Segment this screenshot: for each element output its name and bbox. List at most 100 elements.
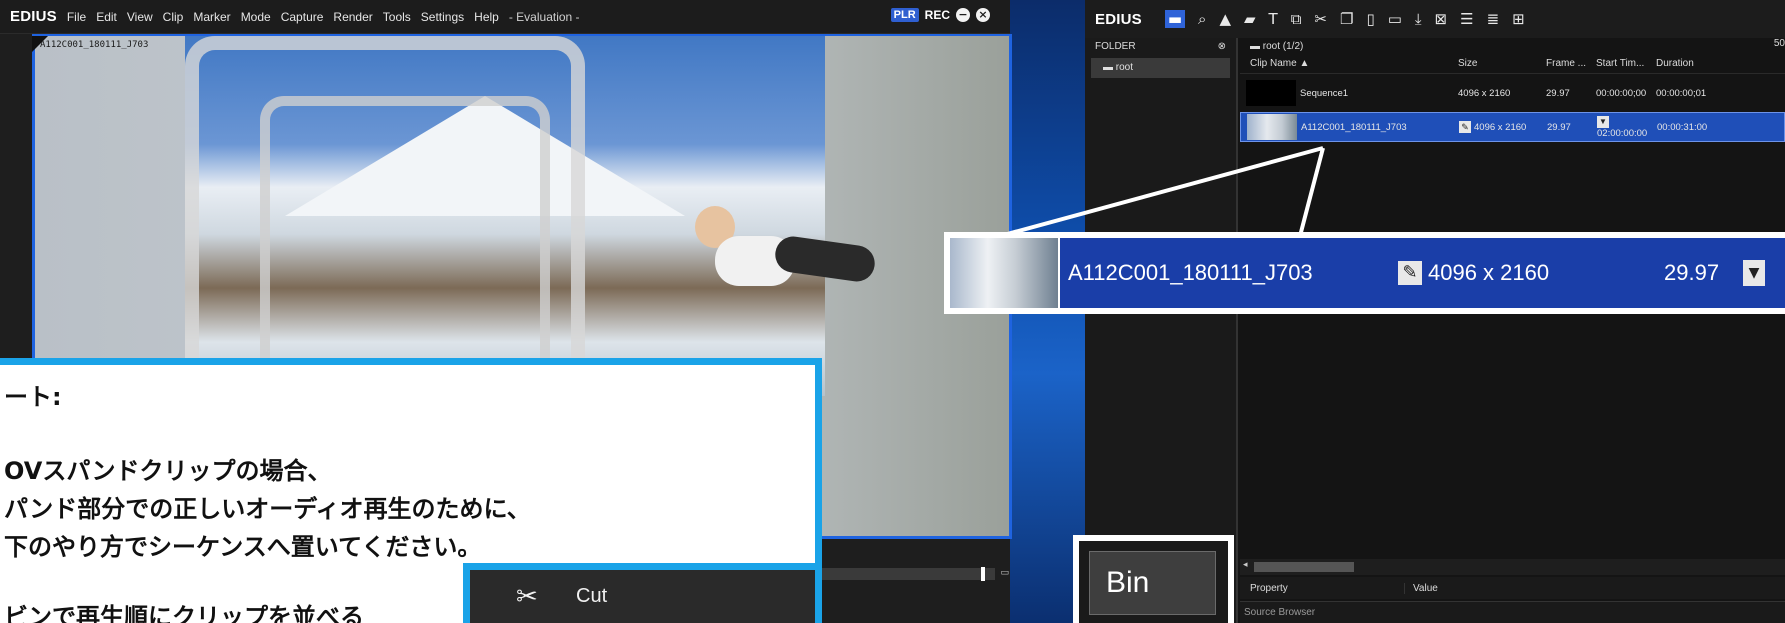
clip-row[interactable]: Sequence1 4096 x 2160 29.97 00:00:00;00 …: [1240, 78, 1785, 108]
slider-end-icon: ▭: [1000, 568, 1009, 578]
scroll-left-icon[interactable]: ◂: [1243, 560, 1248, 570]
property-header: Property Value: [1240, 577, 1785, 599]
clip-size: 4096 x 2160: [1458, 87, 1511, 99]
folder-icon: ▬: [1250, 40, 1263, 52]
folder-header: FOLDER ⊗: [1085, 38, 1236, 54]
zoom-edit-icon: ✎: [1398, 261, 1422, 285]
menu-view[interactable]: View: [127, 10, 153, 24]
clip-overlay-name: A112C001_180111_J703: [40, 40, 149, 50]
menu-tools[interactable]: Tools: [383, 10, 411, 24]
bin-toolbar: EDIUS ▬ ⌕ ▲ ▰ T ⧉ ✂ ❐ ▯ ▭ ⤓ ⊠ ☰ ≣ ⊞: [1085, 0, 1785, 38]
clip-start-time-cell: ▼02:00:00:00: [1597, 115, 1657, 139]
zoom-clip-rate: 29.97: [1664, 260, 1720, 285]
evaluation-label: - Evaluation -: [508, 9, 580, 24]
monitor-icon[interactable]: ▭: [1388, 10, 1402, 28]
close-icon[interactable]: ×: [976, 8, 990, 22]
property-label: Property: [1240, 582, 1405, 594]
bin-brand: EDIUS: [1095, 10, 1142, 28]
app-brand: EDIUS: [10, 8, 57, 25]
note-line-5: ビンで再生順にクリップを並べる: [4, 603, 364, 623]
video-figure: [675, 206, 878, 356]
clip-duration: 00:00:00;01: [1656, 87, 1707, 99]
column-frame-rate[interactable]: Frame ...: [1546, 58, 1596, 69]
zoom-thumbnail: [950, 238, 1060, 308]
copy-icon[interactable]: ❐: [1340, 10, 1353, 28]
clip-thumbnail: [1247, 114, 1297, 140]
menu-mode[interactable]: Mode: [241, 10, 271, 24]
scrollbar-thumb[interactable]: [1254, 562, 1354, 572]
clip-duration: 00:00:31:00: [1657, 121, 1708, 133]
menu-settings[interactable]: Settings: [421, 10, 464, 24]
context-menu: ✂ Cut: [463, 563, 822, 623]
toolbox-icon[interactable]: ⊞: [1512, 10, 1525, 28]
cut-icon[interactable]: ✂: [1314, 10, 1327, 28]
menu-file[interactable]: File: [67, 10, 86, 24]
clip-size-cell: ✎ 4096 x 2160: [1451, 121, 1547, 133]
clip-name: A112C001_180111_J703: [1301, 121, 1407, 133]
list-view-icon[interactable]: ☰: [1460, 10, 1473, 28]
clip-name: Sequence1: [1300, 87, 1349, 99]
bin-tab-callout: Bin: [1073, 535, 1234, 623]
menu-help[interactable]: Help: [474, 10, 499, 24]
bin-tab-button[interactable]: Bin: [1089, 551, 1216, 615]
scissors-icon: ✂: [516, 581, 538, 612]
menu-capture[interactable]: Capture: [281, 10, 324, 24]
view-options-icon[interactable]: ≣: [1487, 10, 1500, 28]
clip-list-pane: ▬ root (1/2) 50 Clip Name ▲ Size Frame .…: [1240, 38, 1785, 623]
clip-frame-rate: 29.97: [1546, 87, 1570, 99]
up-folder-icon[interactable]: ▲: [1219, 10, 1231, 28]
clip-row-selected[interactable]: A112C001_180111_J703 ✎ 4096 x 2160 29.97 …: [1240, 112, 1785, 142]
folder-header-label: FOLDER: [1095, 40, 1136, 52]
context-menu-item-cut[interactable]: ✂ Cut: [470, 570, 815, 623]
cut-label: Cut: [576, 585, 608, 607]
minimize-icon[interactable]: −: [956, 8, 970, 22]
search-icon[interactable]: ⌕: [1198, 10, 1206, 28]
clip-path-label: root (1/2): [1262, 40, 1304, 52]
folder-icon: ▬: [1103, 62, 1116, 73]
playback-slider-knob[interactable]: [981, 567, 985, 581]
zoom-dropdown-icon: ▼: [1743, 260, 1766, 286]
player-window-controls: PLR REC − ×: [890, 8, 990, 22]
column-size[interactable]: Size: [1450, 58, 1546, 69]
clip-thumbnail: [1246, 80, 1296, 106]
add-to-timeline-icon[interactable]: ⤓: [1415, 10, 1422, 28]
zoom-clip-row: A112C001_180111_J703 ✎ 4096 x 2160 29.97…: [950, 238, 1785, 308]
column-clip-name[interactable]: Clip Name ▲: [1240, 58, 1450, 69]
delete-icon[interactable]: ⊠: [1435, 10, 1448, 28]
edit-icon[interactable]: ✎: [1459, 121, 1471, 133]
source-browser-tab[interactable]: Source Browser: [1240, 601, 1785, 623]
note-line-1: ート:: [4, 383, 62, 411]
menu-edit[interactable]: Edit: [96, 10, 117, 24]
player-menubar: EDIUS File Edit View Clip Marker Mode Ca…: [0, 0, 1010, 34]
clip-start-time: 02:00:00:00: [1597, 127, 1648, 139]
zoom-callout: A112C001_180111_J703 ✎ 4096 x 2160 29.97…: [944, 232, 1785, 314]
column-start-time[interactable]: Start Tim...: [1596, 58, 1656, 69]
folder-view-icon[interactable]: ▬: [1164, 10, 1186, 28]
dropdown-icon[interactable]: ▼: [1597, 115, 1609, 128]
clip-path-bar: ▬ root (1/2) 50: [1240, 38, 1785, 54]
folder-close-icon[interactable]: ⊗: [1218, 41, 1226, 52]
menu-clip[interactable]: Clip: [163, 10, 184, 24]
value-label: Value: [1413, 582, 1438, 594]
clip-size: 4096 x 2160: [1474, 122, 1527, 133]
paste-icon[interactable]: ▯: [1366, 10, 1374, 28]
rec-button[interactable]: REC: [925, 8, 950, 22]
horizontal-scrollbar[interactable]: ◂: [1240, 559, 1785, 575]
note-line-3: パンド部分での正しいオーディオ再生のために、: [4, 495, 531, 523]
menu-render[interactable]: Render: [333, 10, 372, 24]
note-line-4: 下のやり方でシーケンスへ置いてください。: [4, 533, 482, 561]
clip-list-header: Clip Name ▲ Size Frame ... Start Tim... …: [1240, 54, 1785, 74]
clip-frame-rate: 29.97: [1547, 121, 1571, 133]
sequence-icon[interactable]: ⧉: [1291, 10, 1302, 28]
menu-marker[interactable]: Marker: [193, 10, 230, 24]
open-folder-icon[interactable]: ▰: [1244, 10, 1256, 28]
bin-tab-background: Bin: [1079, 541, 1228, 623]
column-duration[interactable]: Duration: [1656, 58, 1716, 69]
plr-button[interactable]: PLR: [890, 8, 919, 22]
folder-root-item[interactable]: ▬ root: [1091, 58, 1230, 78]
zoom-clip-size: 4096 x 2160: [1428, 260, 1550, 285]
title-icon[interactable]: T: [1269, 10, 1278, 28]
zoom-percent: 50: [1773, 38, 1785, 49]
folder-root-label: root: [1115, 62, 1134, 73]
clip-start-time: 00:00:00;00: [1596, 87, 1647, 99]
